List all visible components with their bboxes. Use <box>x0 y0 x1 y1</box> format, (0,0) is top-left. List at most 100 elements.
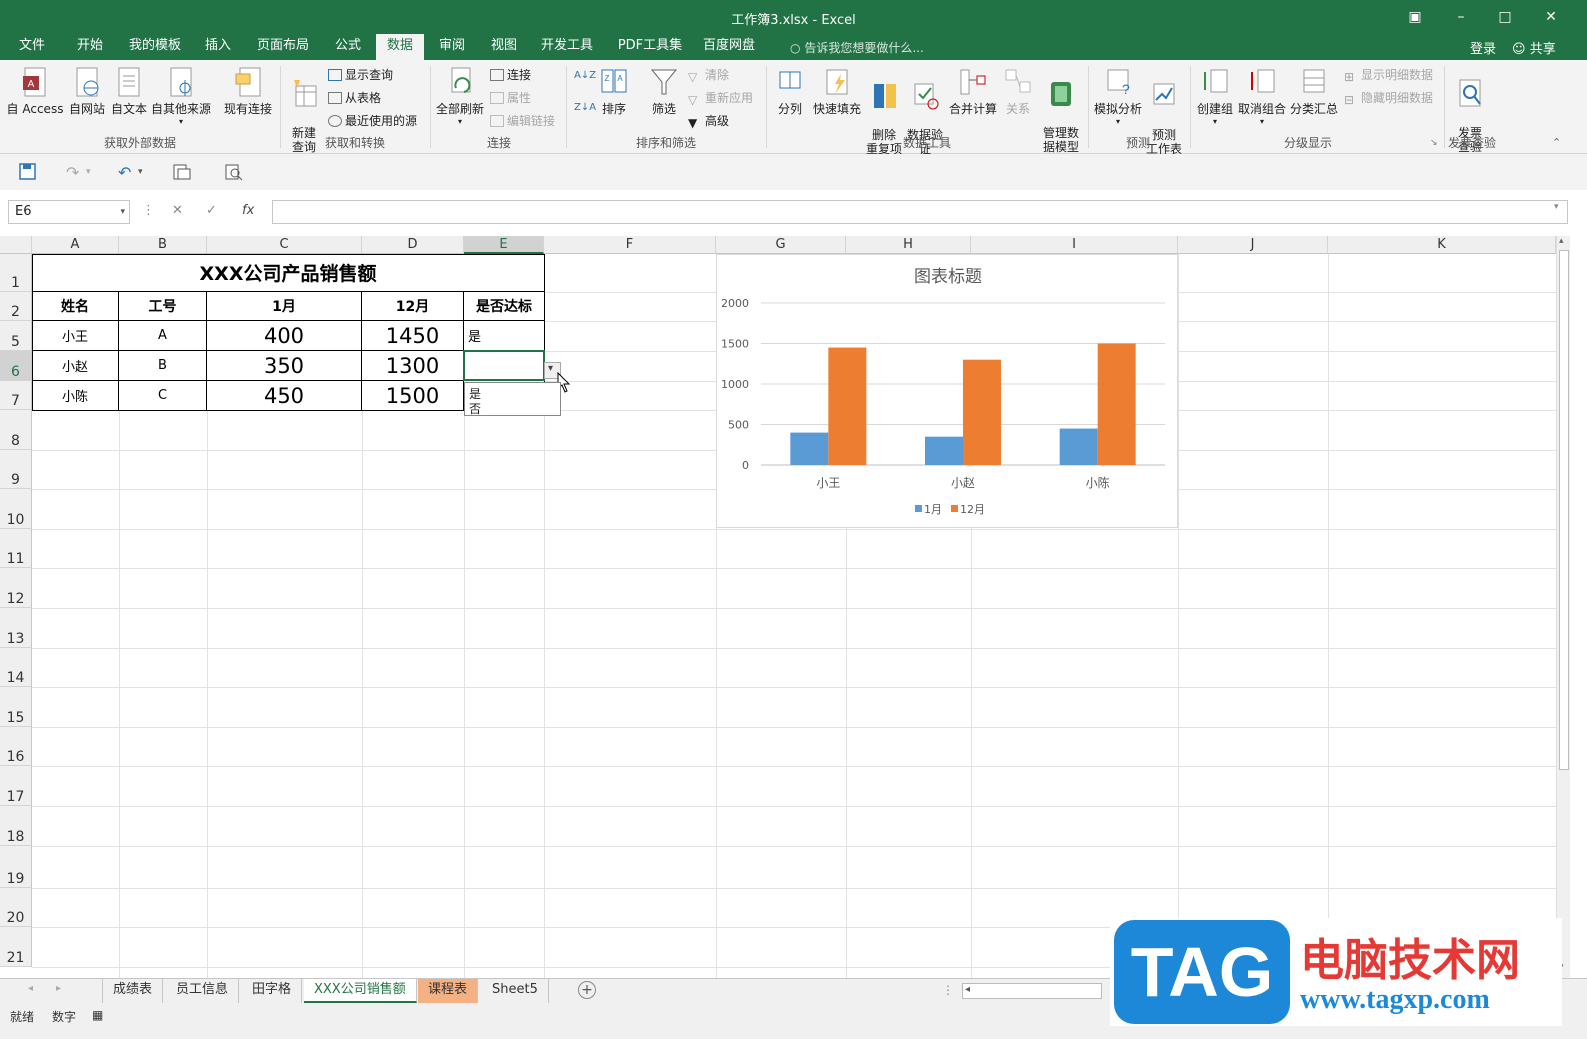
cell-d5[interactable]: 1450 <box>362 321 464 351</box>
row-header-18[interactable]: 18 <box>0 806 32 846</box>
sheet-tab-sheet5[interactable]: Sheet5 <box>482 979 549 1003</box>
group-button[interactable]: 创建组 ▾ <box>1194 66 1236 126</box>
cell-c5[interactable]: 400 <box>207 321 362 351</box>
macro-record-icon[interactable]: ▦ <box>92 1008 103 1022</box>
row-header-5[interactable]: 5 <box>0 321 32 351</box>
edit-links-button[interactable]: 编辑链接 <box>490 112 555 129</box>
print-preview-icon[interactable] <box>172 163 192 181</box>
login-link[interactable]: 登录 <box>1470 38 1496 57</box>
tab-developer[interactable]: 开发工具 <box>534 34 600 60</box>
tab-review[interactable]: 审阅 <box>430 34 474 60</box>
sort-ascending-icon[interactable]: A↓Z <box>574 70 596 81</box>
row-header-12[interactable]: 12 <box>0 568 32 608</box>
text-to-columns-button[interactable]: 分列 <box>772 66 808 117</box>
dropdown-option-no[interactable]: 否 <box>469 400 481 417</box>
what-if-analysis-button[interactable]: ? 模拟分析 ▾ <box>1092 66 1144 126</box>
column-header-k[interactable]: K <box>1328 236 1556 254</box>
cell-b7[interactable]: C <box>119 381 207 410</box>
row-header-6[interactable]: 6 <box>0 351 32 381</box>
recent-sources-button[interactable]: 最近使用的源 <box>328 112 417 129</box>
split-handle-icon[interactable]: ⋮ <box>942 983 954 997</box>
collapse-ribbon-icon[interactable]: ⌃ <box>1552 136 1561 149</box>
chevron-down-icon[interactable]: ▾ <box>86 167 106 185</box>
row-header-2[interactable]: 2 <box>0 292 32 321</box>
cell-d6[interactable]: 1300 <box>362 351 464 381</box>
subtotal-button[interactable]: 分类汇总 <box>1288 66 1340 117</box>
chevron-down-icon[interactable]: ▾ <box>138 167 158 185</box>
cell-c6[interactable]: 350 <box>207 351 362 381</box>
chart-title[interactable]: 图表标题 <box>914 267 982 287</box>
scroll-left-icon[interactable]: ◂ <box>965 984 970 995</box>
connections-button[interactable]: 连接 <box>490 66 531 83</box>
row-header-14[interactable]: 14 <box>0 648 32 687</box>
tab-file[interactable]: 文件 <box>8 34 56 60</box>
advanced-filter-button[interactable]: ▼ 高级 <box>688 112 729 130</box>
show-detail-button[interactable]: ⊞ 显示明细数据 <box>1344 66 1433 84</box>
table-title[interactable]: XXX公司产品销售额 <box>32 254 544 292</box>
clear-filter-button[interactable]: ▽ 清除 <box>688 66 729 84</box>
save-icon[interactable] <box>18 163 38 181</box>
tab-my-templates[interactable]: 我的模板 <box>124 34 186 60</box>
select-all-corner[interactable] <box>0 236 32 254</box>
insert-function-button[interactable]: fx <box>242 203 254 218</box>
scroll-up-icon[interactable]: ▴ <box>1559 236 1564 246</box>
column-header-c[interactable]: C <box>207 236 362 254</box>
header-id[interactable]: 工号 <box>119 292 207 321</box>
cell-e6-selected[interactable] <box>463 350 545 381</box>
cell-c7[interactable]: 450 <box>207 381 362 410</box>
column-header-f[interactable]: F <box>544 236 716 254</box>
show-queries-button[interactable]: 显示查询 <box>328 66 393 83</box>
properties-button[interactable]: 属性 <box>490 89 531 106</box>
tab-page-layout[interactable]: 页面布局 <box>250 34 316 60</box>
row-header-11[interactable]: 11 <box>0 529 32 568</box>
cell-d7[interactable]: 1500 <box>362 381 464 410</box>
from-access-button[interactable]: A 自 Access <box>6 66 64 117</box>
minimize-icon[interactable]: – <box>1446 6 1476 28</box>
sort-button[interactable]: ZA 排序 <box>598 66 630 117</box>
sheet-tab-schedule[interactable]: 课程表 <box>418 979 479 1003</box>
row-header-15[interactable]: 15 <box>0 687 32 727</box>
column-header-h[interactable]: H <box>846 236 971 254</box>
sort-descending-icon[interactable]: Z↓A <box>574 102 596 113</box>
scroll-right-icon[interactable]: ▸ <box>56 983 61 994</box>
cell-a7[interactable]: 小陈 <box>32 381 119 410</box>
undo-icon[interactable]: ↶ <box>118 163 138 182</box>
row-header-9[interactable]: 9 <box>0 450 32 489</box>
maximize-icon[interactable]: □ <box>1490 6 1520 28</box>
row-header-19[interactable]: 19 <box>0 846 32 888</box>
cell-b5[interactable]: A <box>119 321 207 351</box>
scroll-left-icon[interactable]: ◂ <box>28 983 33 994</box>
column-header-d[interactable]: D <box>362 236 464 254</box>
sheet-tab-employees[interactable]: 员工信息 <box>166 979 240 1003</box>
vertical-scrollbar[interactable]: ▴ ▾ <box>1556 236 1570 978</box>
row-header-16[interactable]: 16 <box>0 727 32 766</box>
header-dec[interactable]: 12月 <box>362 292 464 321</box>
row-header-17[interactable]: 17 <box>0 766 32 806</box>
refresh-all-button[interactable]: 全部刷新 ▾ <box>434 66 486 126</box>
row-header-13[interactable]: 13 <box>0 608 32 648</box>
ungroup-button[interactable]: 取消组合 ▾ <box>1236 66 1288 126</box>
header-jan[interactable]: 1月 <box>207 292 362 321</box>
tell-me-search[interactable]: ○ 告诉我您想要做什么... <box>790 39 924 56</box>
from-other-sources-button[interactable]: 自其他来源 ▾ <box>150 66 212 126</box>
column-header-a[interactable]: A <box>32 236 119 254</box>
tab-formulas[interactable]: 公式 <box>326 34 370 60</box>
close-icon[interactable]: ✕ <box>1536 6 1566 28</box>
cell-b6[interactable]: B <box>119 351 207 381</box>
cell-e5[interactable]: 是 <box>464 321 544 351</box>
row-header-8[interactable]: 8 <box>0 410 32 450</box>
flash-fill-button[interactable]: 快速填充 <box>810 66 864 117</box>
from-web-button[interactable]: 自网站 <box>66 66 108 117</box>
dialog-launcher-icon[interactable]: ↘ <box>1430 138 1438 148</box>
row-header-7[interactable]: 7 <box>0 381 32 410</box>
redo-icon[interactable]: ↷ <box>66 163 86 182</box>
name-box[interactable]: E6 ▾ <box>8 200 130 224</box>
share-button[interactable]: ☺ 共享 <box>1512 38 1556 57</box>
row-header-10[interactable]: 10 <box>0 489 32 529</box>
row-header-21[interactable]: 21 <box>0 927 32 967</box>
column-header-j[interactable]: J <box>1178 236 1328 254</box>
cell-a6[interactable]: 小赵 <box>32 351 119 381</box>
tab-home[interactable]: 开始 <box>66 34 114 60</box>
filter-button[interactable]: 筛选 <box>646 66 682 117</box>
ribbon-display-options-icon[interactable]: ▣ <box>1400 6 1430 28</box>
